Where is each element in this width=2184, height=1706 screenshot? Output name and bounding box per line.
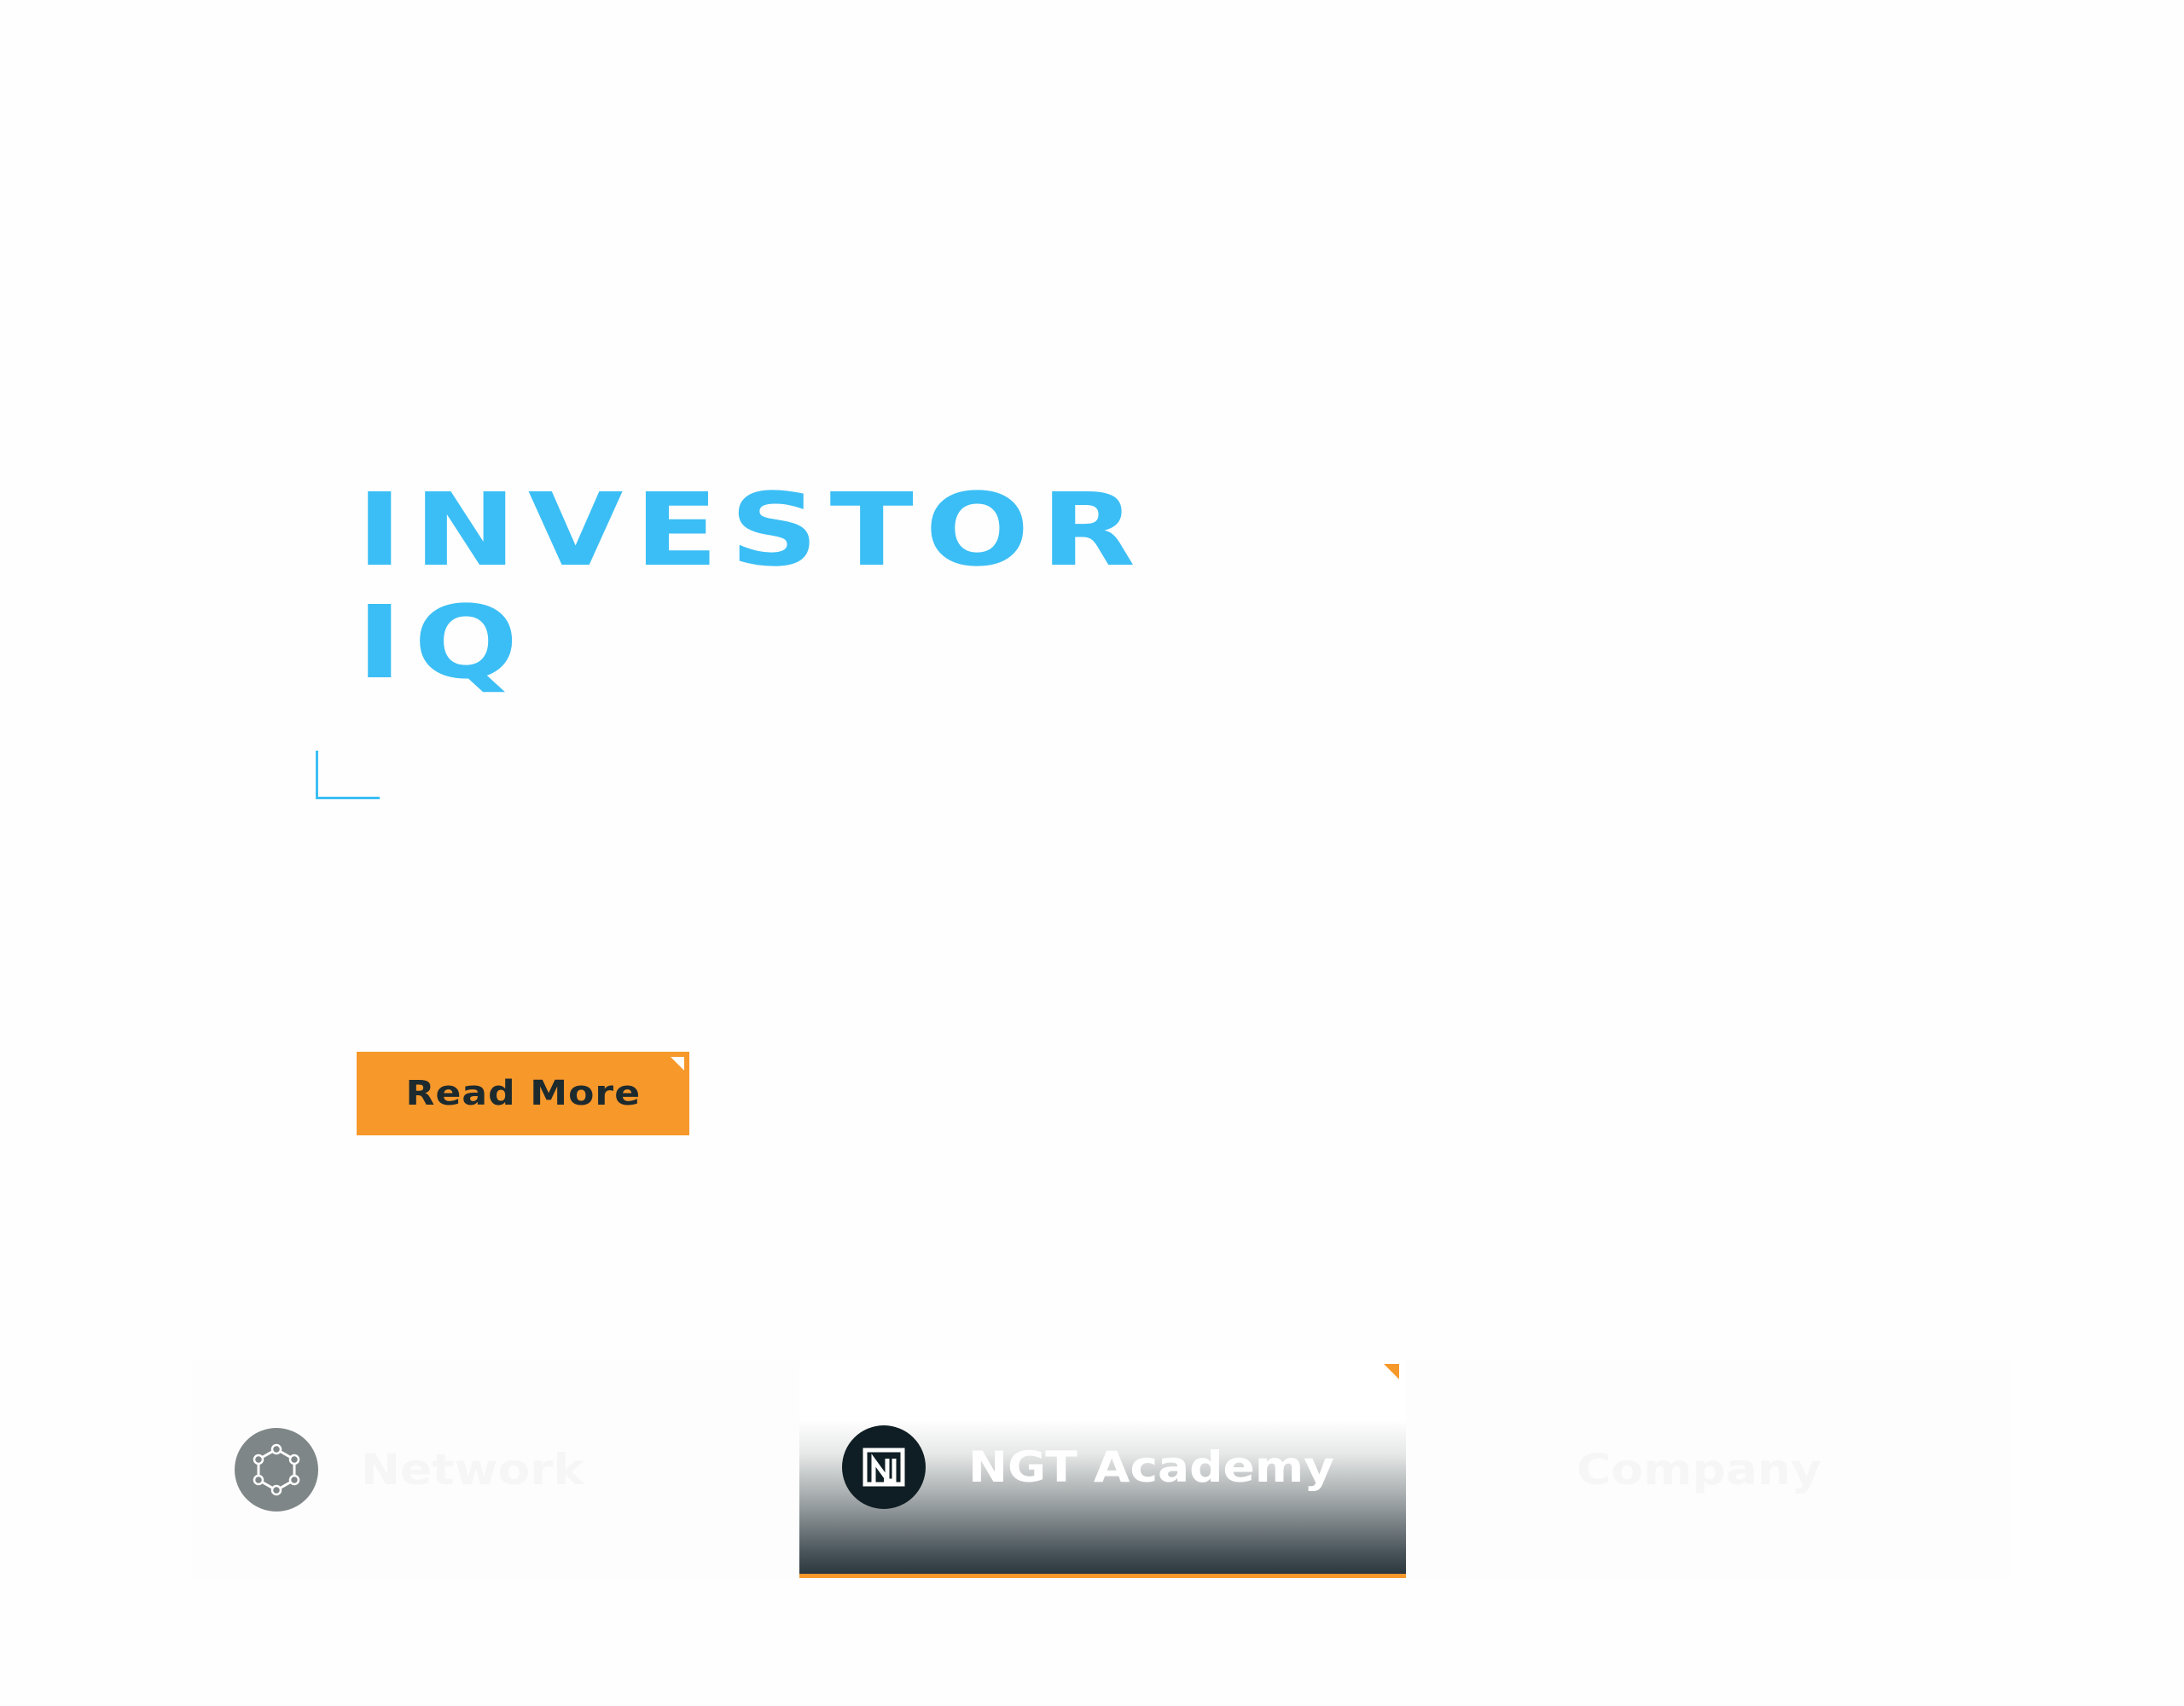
read-more-button[interactable]: Read More [357,1052,689,1135]
tab-bar: Network NGT Academy Company [192,1361,2013,1578]
hero-title: INVESTOR IQ [357,473,1147,699]
tab-network[interactable]: Network [192,1361,799,1578]
ngt-logo-icon [842,1425,926,1509]
corner-fold-icon [1384,1364,1399,1379]
tab-company[interactable]: Company [1406,1361,2013,1578]
tab-ngt-academy-label: NGT Academy [968,1442,1334,1492]
corner-bracket-decoration [316,751,380,799]
network-nodes-icon [235,1427,318,1512]
tab-ngt-academy[interactable]: NGT Academy [799,1361,1406,1578]
read-more-label: Read More [405,1074,641,1113]
tab-company-label: Company [1577,1444,1821,1494]
hero-title-line2: IQ [357,583,530,701]
corner-fold-icon [671,1057,684,1071]
hero-title-line1: INVESTOR [357,471,1147,589]
tab-network-label: Network [361,1444,584,1494]
